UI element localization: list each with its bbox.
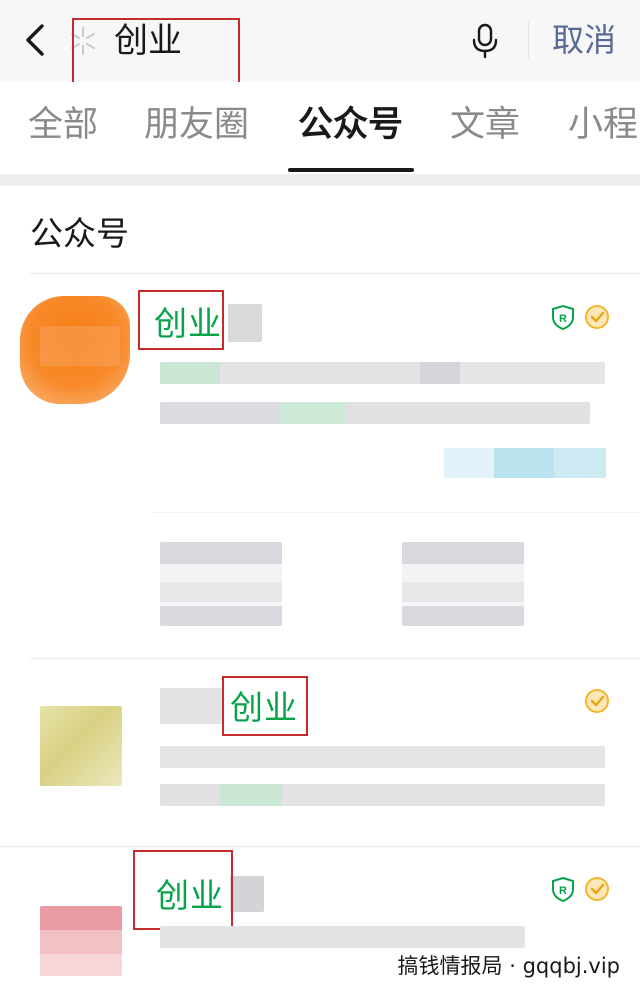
filter-tabs: 全部 朋友圈 公众号 文章 小程 <box>0 82 640 174</box>
highlight-box-search <box>72 18 240 84</box>
active-tab-indicator <box>288 168 414 172</box>
account-name-prefix <box>160 688 222 724</box>
cancel-button[interactable]: 取消 <box>552 18 616 62</box>
menu-link[interactable] <box>160 542 282 626</box>
verified-icon <box>584 876 610 902</box>
verified-icon <box>584 304 610 330</box>
divider <box>30 658 640 659</box>
description-line <box>160 746 605 768</box>
tab-mini-programs[interactable]: 小程 <box>568 100 638 150</box>
highlight-box-result-1 <box>138 290 224 350</box>
watermark-text: 搞钱情报局 · gqqbj.vip <box>395 951 622 981</box>
search-bar: 创业 取消 <box>0 0 640 84</box>
avatar <box>40 706 122 786</box>
description-line <box>160 402 590 424</box>
separator <box>528 22 529 58</box>
microphone-icon[interactable] <box>470 22 500 60</box>
divider <box>0 846 640 847</box>
registered-icon: R <box>550 876 576 903</box>
highlight-box-result-2 <box>222 676 308 736</box>
tab-moments[interactable]: 朋友圈 <box>144 100 249 150</box>
tab-articles[interactable]: 文章 <box>450 100 520 150</box>
menu-link[interactable] <box>402 542 524 626</box>
divider <box>30 273 640 274</box>
avatar <box>40 906 122 976</box>
description-tag <box>444 448 606 478</box>
account-name-rest <box>230 876 264 912</box>
description-line <box>160 362 605 384</box>
svg-text:R: R <box>559 885 567 897</box>
section-title: 公众号 <box>30 214 129 253</box>
account-name-rest <box>228 304 262 342</box>
svg-text:R: R <box>559 313 567 325</box>
tab-official-accounts[interactable]: 公众号 <box>298 100 403 150</box>
results-panel: 公众号 创业 R 创业 创业 R 搞钱情报局 · gqqbj.vip <box>0 186 640 987</box>
description-line <box>160 926 525 948</box>
back-arrow-icon[interactable] <box>20 22 50 58</box>
avatar-pixel <box>40 326 120 366</box>
registered-icon: R <box>550 304 576 331</box>
tab-all[interactable]: 全部 <box>28 100 98 150</box>
description-line <box>160 784 605 806</box>
highlight-box-result-3 <box>133 850 233 930</box>
section-gap <box>0 174 640 186</box>
verified-icon <box>584 688 610 714</box>
divider <box>154 512 640 513</box>
